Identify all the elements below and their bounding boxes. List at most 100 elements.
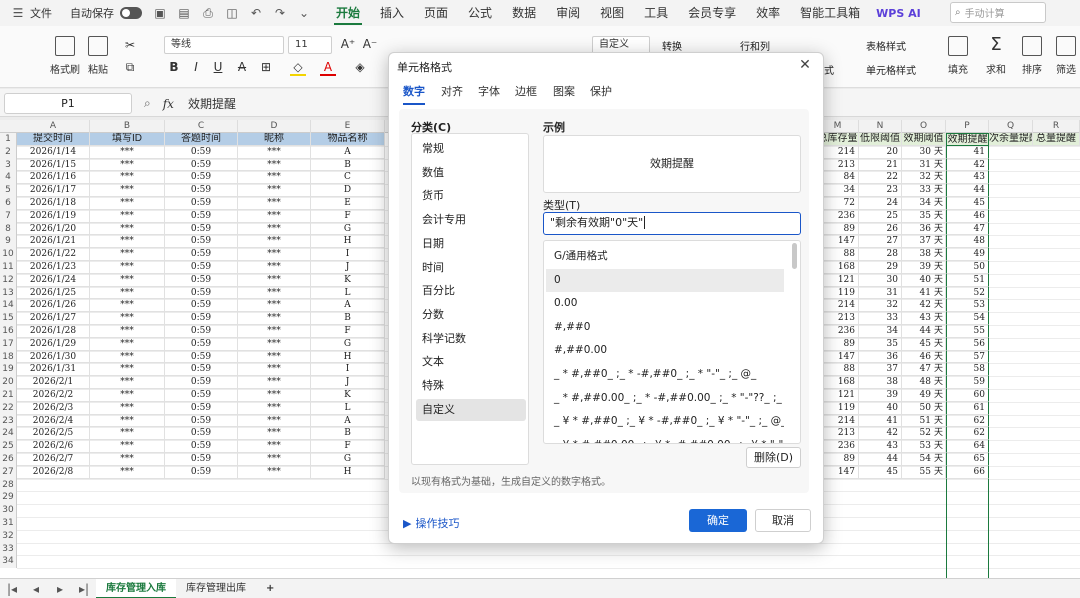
table-cell[interactable]: *** xyxy=(238,248,311,261)
table-cell[interactable]: 35 xyxy=(859,337,902,351)
category-item[interactable]: 自定义 xyxy=(416,398,526,421)
header-cell[interactable]: 填写ID xyxy=(90,133,165,146)
formula-area[interactable]: ⌕ fx 效期提醒 xyxy=(140,93,380,114)
row-number[interactable]: 2 xyxy=(0,145,17,159)
table-cell[interactable]: *** xyxy=(90,299,165,313)
table-cell[interactable]: *** xyxy=(90,286,165,300)
format-painter-button[interactable]: 格式刷 xyxy=(50,36,80,76)
table-cell[interactable]: B xyxy=(311,427,385,441)
cell-style-button[interactable]: 单元格样式 xyxy=(866,62,916,77)
table-cell[interactable]: 2026/1/27 xyxy=(17,312,90,325)
table-cell[interactable]: 0:59 xyxy=(165,248,238,261)
menu-tab-5[interactable]: 审阅 xyxy=(546,0,590,26)
table-cell[interactable]: *** xyxy=(90,145,165,159)
menu-icon[interactable]: ☰ xyxy=(11,6,25,20)
bold-icon[interactable]: B xyxy=(166,60,182,74)
column-header-r[interactable]: R xyxy=(1033,120,1080,133)
table-cell[interactable]: 0:59 xyxy=(165,209,238,223)
table-cell[interactable]: 37 xyxy=(859,363,902,377)
table-cell[interactable]: *** xyxy=(238,261,311,274)
table-cell[interactable]: 46 xyxy=(946,209,989,223)
table-cell[interactable]: 66 xyxy=(946,465,989,479)
row-number[interactable]: 34 xyxy=(0,555,17,569)
table-cell[interactable]: 0:59 xyxy=(165,440,238,453)
table-cell[interactable]: K xyxy=(311,273,385,287)
table-cell[interactable]: 33 xyxy=(859,312,902,325)
table-cell[interactable]: 55 xyxy=(946,325,989,338)
table-cell[interactable]: A xyxy=(311,299,385,313)
table-cell[interactable]: *** xyxy=(90,273,165,287)
first-sheet-icon[interactable]: |◂ xyxy=(5,582,19,596)
table-cell[interactable]: 24 xyxy=(859,197,902,210)
border-icon[interactable]: ⊞ xyxy=(258,60,274,74)
table-cell[interactable]: 0:59 xyxy=(165,184,238,197)
menu-tab-0[interactable]: 开始 xyxy=(326,0,370,26)
table-cell[interactable]: H xyxy=(311,350,385,364)
table-cell[interactable]: 62 xyxy=(946,427,989,441)
save-icon[interactable]: ▣ xyxy=(153,6,167,20)
table-cell[interactable]: 51 xyxy=(946,273,989,287)
table-cell[interactable]: 42 xyxy=(946,158,989,172)
menu-tab-3[interactable]: 公式 xyxy=(458,0,502,26)
tab-number[interactable]: 数字 xyxy=(403,83,425,105)
table-cell[interactable]: 64 xyxy=(946,440,989,453)
paste-button[interactable]: 粘贴 xyxy=(88,36,108,76)
table-cell[interactable]: *** xyxy=(238,222,311,236)
row-number[interactable]: 1 xyxy=(0,133,17,146)
table-cell[interactable]: 25 xyxy=(859,209,902,223)
cut-icon[interactable]: ✂ xyxy=(122,38,138,52)
row-number[interactable]: 19 xyxy=(0,363,17,377)
table-cell[interactable]: *** xyxy=(238,363,311,377)
table-cell[interactable]: *** xyxy=(238,158,311,172)
table-cell[interactable]: *** xyxy=(238,389,311,402)
convert-button[interactable]: 转换 xyxy=(662,38,682,53)
header-cell[interactable]: 昵称 xyxy=(238,133,311,146)
wps-ai-button[interactable]: WPS AI xyxy=(876,7,921,20)
table-cell[interactable]: *** xyxy=(238,350,311,364)
table-cell[interactable]: *** xyxy=(238,171,311,185)
category-item[interactable]: 特殊 xyxy=(416,375,526,397)
header-cell[interactable]: 答题时间 xyxy=(165,133,238,146)
fx-icon[interactable]: fx xyxy=(163,97,174,111)
table-cell[interactable]: *** xyxy=(90,440,165,453)
table-cell[interactable]: 0:59 xyxy=(165,197,238,210)
delete-button[interactable]: 删除(D) xyxy=(746,447,801,468)
table-cell[interactable]: 2026/2/6 xyxy=(17,440,90,453)
row-number[interactable]: 4 xyxy=(0,171,17,185)
table-cell[interactable]: *** xyxy=(90,261,165,274)
table-cell[interactable]: 0:59 xyxy=(165,261,238,274)
table-cell[interactable]: 2026/1/19 xyxy=(17,209,90,223)
format-item[interactable]: _ * #,##0_ ;_ * -#,##0_ ;_ * "-"_ ;_ @_ xyxy=(546,363,784,386)
table-cell[interactable]: K xyxy=(311,389,385,402)
table-cell[interactable]: 0:59 xyxy=(165,376,238,389)
table-cell[interactable]: F xyxy=(311,440,385,453)
ok-button[interactable]: 确定 xyxy=(689,509,747,532)
table-cell[interactable]: *** xyxy=(238,312,311,325)
table-cell[interactable]: 22 xyxy=(859,171,902,185)
table-cell[interactable]: *** xyxy=(90,363,165,377)
row-number[interactable]: 29 xyxy=(0,491,17,505)
row-number[interactable]: 25 xyxy=(0,440,17,453)
table-cell[interactable]: J xyxy=(311,261,385,274)
table-cell[interactable]: 0:59 xyxy=(165,414,238,428)
table-cell[interactable]: *** xyxy=(238,286,311,300)
tab-protection[interactable]: 保护 xyxy=(590,83,612,99)
table-cell[interactable]: 40 xyxy=(859,401,902,415)
table-cell[interactable]: 41 xyxy=(946,145,989,159)
table-cell[interactable]: *** xyxy=(90,337,165,351)
table-cell[interactable]: 2026/2/5 xyxy=(17,427,90,441)
file-menu[interactable]: 文件 xyxy=(30,5,52,21)
table-cell[interactable]: *** xyxy=(90,222,165,236)
format-item[interactable]: _ ¥ * #,##0.00_ ;_ ¥ * -#,##0.00_ ;_ ¥ *… xyxy=(546,434,784,443)
table-cell[interactable]: 2026/1/18 xyxy=(17,197,90,210)
table-cell[interactable]: 23 xyxy=(859,184,902,197)
table-cell[interactable]: 36 xyxy=(859,350,902,364)
table-cell[interactable]: 2026/1/21 xyxy=(17,235,90,249)
underline-icon[interactable]: U xyxy=(210,60,226,74)
table-cell[interactable]: *** xyxy=(238,414,311,428)
table-cell[interactable]: 2026/1/29 xyxy=(17,337,90,351)
fill-color-icon[interactable]: ◇ xyxy=(290,60,306,76)
sort-button[interactable]: 排序 xyxy=(1022,36,1042,76)
row-number[interactable]: 31 xyxy=(0,517,17,530)
menu-tab-10[interactable]: 智能工具箱 xyxy=(790,0,870,26)
